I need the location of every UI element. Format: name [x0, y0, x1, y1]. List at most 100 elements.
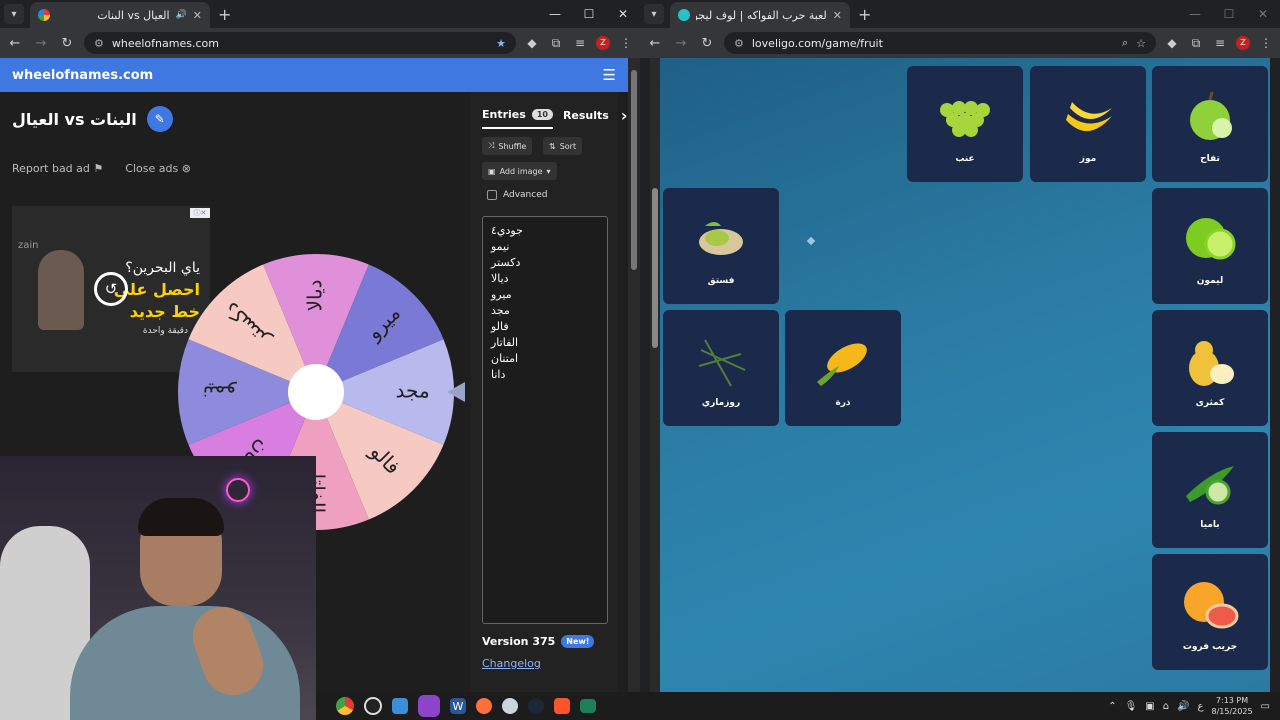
advanced-checkbox[interactable]: [487, 190, 497, 200]
media-control-icon[interactable]: ≡: [572, 36, 588, 50]
volume-icon[interactable]: 🔊: [1177, 701, 1189, 712]
bookmark-star-icon[interactable]: ☆: [1136, 37, 1146, 50]
network-icon[interactable]: ⌂: [1163, 701, 1169, 712]
advanced-toggle[interactable]: Advanced: [487, 190, 547, 200]
forward-icon[interactable]: →: [32, 36, 50, 51]
scrollbar-thumb[interactable]: [631, 70, 637, 270]
close-tab-icon[interactable]: ✕: [193, 9, 202, 22]
tray-chevron-up-icon[interactable]: ⌃: [1108, 701, 1116, 712]
back-icon[interactable]: ←: [646, 36, 664, 51]
edit-title-button[interactable]: ✎: [146, 106, 173, 132]
clock-date: 8/15/2025: [1211, 707, 1253, 716]
card-pear[interactable]: كمثرى: [1152, 310, 1268, 426]
clock[interactable]: 7:13 PM 8/15/2025: [1212, 695, 1253, 717]
add-image-button[interactable]: ▣ Add image ▾: [482, 162, 557, 180]
close-window-button[interactable]: ✕: [1246, 0, 1280, 28]
browser-menu-icon[interactable]: ⋮: [618, 36, 634, 50]
flag-icon: ⚑: [93, 162, 104, 175]
reload-icon[interactable]: ↻: [698, 36, 716, 51]
extensions-puzzle-icon[interactable]: ⧉: [548, 36, 564, 51]
forward-icon[interactable]: →: [672, 36, 690, 51]
bookmark-star-icon[interactable]: ★: [496, 37, 506, 50]
close-circle-icon: ⊗: [181, 162, 191, 175]
extension-icon[interactable]: ◆: [524, 36, 540, 50]
shuffle-button[interactable]: ⤨ Shuffle: [482, 137, 533, 155]
tab-wheelofnames[interactable]: العيال vs البنات 🔊 ✕: [30, 2, 210, 28]
sort-button[interactable]: ⇅ Sort: [543, 137, 583, 155]
maximize-button[interactable]: ☐: [1212, 0, 1246, 28]
profile-avatar[interactable]: Z: [1236, 36, 1250, 50]
back-icon[interactable]: ←: [6, 36, 24, 51]
image-icon: ▣: [488, 166, 496, 176]
tab-search-button[interactable]: ▾: [4, 4, 24, 24]
site-info-icon[interactable]: ⚙: [734, 37, 744, 50]
browser-menu-icon[interactable]: ⋮: [1258, 36, 1274, 50]
chrome-taskbar-icon[interactable]: [336, 697, 354, 715]
card-grapes[interactable]: عنب: [907, 66, 1023, 182]
card-lime[interactable]: ليمون: [1152, 188, 1268, 304]
address-bar[interactable]: ⚙ loveligo.com/game/fruit ⌕ ☆: [724, 32, 1156, 54]
ad-choices-icon[interactable]: ⓘ✕: [190, 208, 210, 218]
mic-icon[interactable]: 🎙: [1125, 701, 1138, 712]
wheel-center-hub[interactable]: [288, 364, 344, 420]
minimize-button[interactable]: —: [1178, 0, 1212, 28]
card-pistachio[interactable]: فستق: [663, 188, 779, 304]
scrollbar-thumb[interactable]: [652, 188, 658, 348]
card-grapefruit[interactable]: جريب فروت: [1152, 554, 1268, 670]
app-green-taskbar-icon[interactable]: [580, 699, 596, 713]
site-info-icon[interactable]: ⚙: [94, 37, 104, 50]
profile-avatar[interactable]: Z: [596, 36, 610, 50]
tab-entries-label: Entries: [482, 108, 526, 121]
new-tab-button[interactable]: +: [218, 5, 231, 24]
minimize-button[interactable]: —: [538, 0, 572, 28]
entries-textarea[interactable]: جودي٤ نيمو دكستر ديالا ميرو مجد فالو الفاتار امت…: [482, 216, 608, 624]
card-corn[interactable]: ذرة: [785, 310, 901, 426]
grapes-icon: [930, 84, 1000, 148]
site-brand[interactable]: wheelofnames.com: [12, 68, 603, 83]
tray-app-icon[interactable]: ▣: [1145, 701, 1154, 712]
new-tab-button[interactable]: +: [858, 5, 871, 24]
tab-results[interactable]: Results: [563, 109, 609, 128]
zoom-icon[interactable]: ⌕: [1122, 36, 1128, 50]
card-apple[interactable]: تفاح: [1152, 66, 1268, 182]
app-globe-taskbar-icon[interactable]: [502, 698, 518, 714]
sort-label: Sort: [559, 141, 577, 151]
obs-taskbar-icon[interactable]: [364, 697, 382, 715]
page-scrollbar[interactable]: [650, 58, 660, 692]
app-purple-taskbar-icon[interactable]: [418, 695, 440, 717]
brave-taskbar-icon[interactable]: [554, 698, 570, 714]
streamer-body: [70, 606, 300, 720]
card-banana[interactable]: موز: [1030, 66, 1146, 182]
neon-planet-icon: [226, 478, 250, 502]
maximize-button[interactable]: ☐: [572, 0, 606, 28]
close-tab-icon[interactable]: ✕: [833, 9, 842, 22]
card-rosemary[interactable]: روزماري: [663, 310, 779, 426]
card-okra[interactable]: باميا: [1152, 432, 1268, 548]
notifications-icon[interactable]: ▭: [1261, 701, 1270, 712]
report-bad-ad-link[interactable]: Report bad ad ⚑: [12, 162, 103, 175]
chevron-right-icon[interactable]: ›: [621, 106, 628, 131]
entry-line: نيمو: [491, 240, 510, 253]
extensions-puzzle-icon[interactable]: ⧉: [1188, 36, 1204, 51]
tab-entries[interactable]: Entries 10: [482, 108, 553, 129]
store-taskbar-icon[interactable]: [392, 698, 408, 714]
word-taskbar-icon[interactable]: W: [450, 698, 466, 714]
language-indicator[interactable]: ع: [1198, 701, 1204, 712]
close-ads-link[interactable]: Close ads ⊗: [125, 162, 191, 175]
tab-fruit-game[interactable]: لعبة حرب الفواكه | لوف ليجو يوح ✕: [670, 2, 850, 28]
extension-icon[interactable]: ◆: [1164, 36, 1180, 50]
hamburger-menu-icon[interactable]: ☰: [603, 66, 616, 84]
firefox-taskbar-icon[interactable]: [476, 698, 492, 714]
tab-search-button[interactable]: ▾: [644, 4, 664, 24]
reload-icon[interactable]: ↻: [58, 36, 76, 51]
media-control-icon[interactable]: ≡: [1212, 36, 1228, 50]
address-bar[interactable]: ⚙ wheelofnames.com ★: [84, 32, 516, 54]
card-label: فستق: [707, 276, 735, 286]
page-scrollbar[interactable]: [628, 58, 640, 692]
tab-strip: ▾ العيال vs البنات 🔊 ✕ + — ☐ ✕: [0, 0, 640, 28]
close-window-button[interactable]: ✕: [606, 0, 640, 28]
entry-line: الفاتار: [491, 336, 519, 349]
changelog-link[interactable]: Changelog: [482, 657, 541, 670]
replay-icon[interactable]: ↺: [94, 272, 128, 306]
steam-taskbar-icon[interactable]: [528, 698, 544, 714]
